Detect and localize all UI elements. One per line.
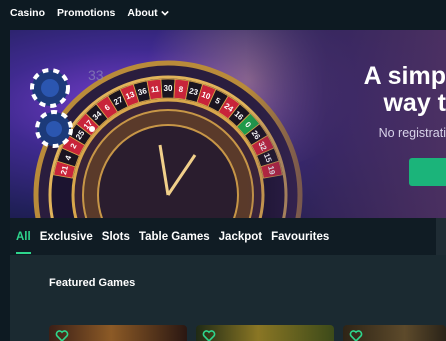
tab-exclusive[interactable]: Exclusive <box>40 231 93 243</box>
tab-table-games[interactable]: Table Games <box>139 231 210 243</box>
nav-about[interactable]: About <box>127 7 169 19</box>
hero-subtext: No registrati <box>378 126 446 140</box>
heart-icon[interactable] <box>349 330 363 341</box>
hero-headline-line1: A simp <box>363 62 446 90</box>
search-field-edge[interactable] <box>436 218 446 255</box>
hero-cta-button[interactable] <box>409 158 446 186</box>
roulette-number: 11 <box>150 84 160 94</box>
app-frame: Casino Promotions About 21 4 2 25 17 34 6 27 13 3… <box>0 0 446 341</box>
heart-icon[interactable] <box>55 330 69 341</box>
nav-promotions[interactable]: Promotions <box>57 8 115 19</box>
tab-slots[interactable]: Slots <box>102 231 130 243</box>
hero-fade-overlay <box>246 30 446 218</box>
featured-section: Featured Games <box>10 255 446 341</box>
tab-all[interactable]: All <box>16 231 31 254</box>
featured-title: Featured Games <box>49 277 136 289</box>
game-card[interactable] <box>49 325 187 341</box>
nav-casino-label: Casino <box>10 7 46 19</box>
hero-headline-line2: way t <box>383 89 446 117</box>
game-card[interactable] <box>343 325 446 341</box>
casino-chip-icon <box>35 110 73 148</box>
nav-promotions-label: Promotions <box>57 7 116 19</box>
casino-chip-icon <box>30 68 70 108</box>
wheel-number-33: 33 <box>88 67 104 83</box>
game-card[interactable] <box>196 325 334 341</box>
hero-banner[interactable]: 2142251734627133611308231052416026321519… <box>10 30 446 218</box>
top-navigation: Casino Promotions About <box>0 0 446 30</box>
tab-favourites[interactable]: Favourites <box>271 231 329 243</box>
nav-casino[interactable]: Casino <box>10 8 45 19</box>
hero-headline: A simp way t <box>326 63 446 117</box>
category-tabs: All Exclusive Slots Table Games Jackpot … <box>10 218 446 255</box>
roulette-ball <box>89 126 95 132</box>
chevron-down-icon <box>160 11 169 16</box>
heart-icon[interactable] <box>202 330 216 341</box>
nav-about-label: About <box>127 7 158 19</box>
tab-jackpot[interactable]: Jackpot <box>219 231 262 243</box>
roulette-number: 30 <box>164 84 173 93</box>
